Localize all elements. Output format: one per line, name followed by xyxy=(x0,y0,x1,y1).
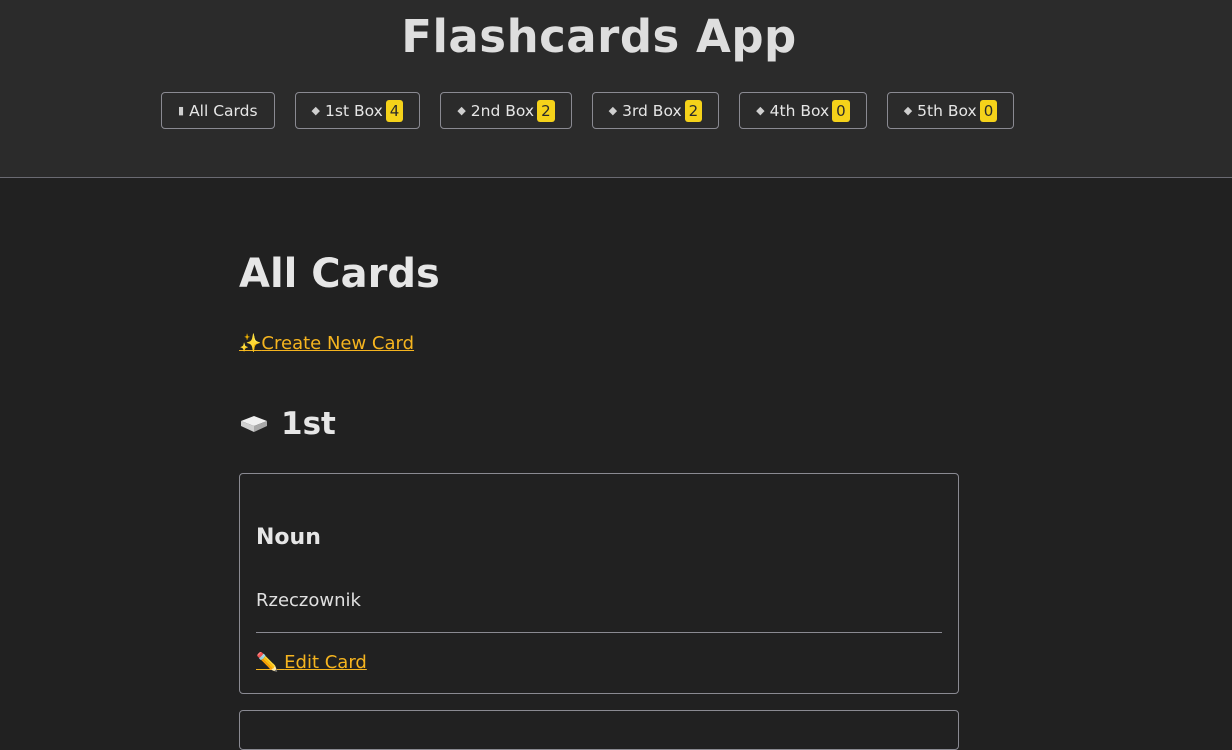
edit-link-label: Edit Card xyxy=(284,652,367,673)
card-front-text: Noun xyxy=(256,525,321,550)
nav-label: 1st Box xyxy=(325,101,383,120)
count-badge: 0 xyxy=(979,99,998,122)
flashcard xyxy=(239,710,959,750)
create-link-label: Create New Card xyxy=(261,333,415,354)
card-divider xyxy=(256,632,942,633)
inbox-tray-icon: ◆ xyxy=(608,104,618,117)
create-new-card-link[interactable]: ✨Create New Card xyxy=(239,333,414,354)
nav-all-cards-button[interactable]: ▮ All Cards xyxy=(161,92,275,129)
count-badge: 2 xyxy=(537,99,555,122)
count-badge: 4 xyxy=(385,99,404,122)
sparkles-icon: ✨ xyxy=(239,333,262,354)
app-header: Flashcards App ▮ All Cards ◆ 1st Box 4 ◆… xyxy=(0,0,1232,178)
nav-label: 2nd Box xyxy=(470,101,535,120)
inbox-tray-icon: ◆ xyxy=(903,104,913,117)
card-index-icon: ▮ xyxy=(178,104,185,117)
nav-box-4-button[interactable]: ◆ 4th Box 0 xyxy=(739,92,867,129)
nav-box-2-button[interactable]: ◆ 2nd Box 2 xyxy=(440,92,572,129)
inbox-tray-icon: ◆ xyxy=(311,104,321,117)
nav-box-1-button[interactable]: ◆ 1st Box 4 xyxy=(294,92,421,129)
nav-label: 5th Box xyxy=(917,101,977,120)
count-badge: 0 xyxy=(832,99,850,122)
box-nav: ▮ All Cards ◆ 1st Box 4 ◆ 2nd Box 2 ◆ 3r… xyxy=(161,92,1015,129)
section-title-label: 1st xyxy=(281,406,336,442)
nav-label: All Cards xyxy=(189,101,258,120)
count-badge: 2 xyxy=(684,99,703,122)
flashcard: Noun Rzeczownik ✏️ Edit Card xyxy=(239,473,959,694)
page-title: All Cards xyxy=(239,251,440,297)
card-back-text: Rzeczownik xyxy=(256,590,361,611)
inbox-tray-icon: ◆ xyxy=(756,104,765,117)
inbox-tray-icon: ◆ xyxy=(457,104,466,117)
box-section-title: 1st xyxy=(239,406,336,442)
nav-box-3-button[interactable]: ◆ 3rd Box 2 xyxy=(591,92,720,129)
app-title: Flashcards App xyxy=(401,10,797,63)
pencil-icon: ✏️ xyxy=(256,652,279,673)
edit-card-link[interactable]: ✏️ Edit Card xyxy=(256,652,367,673)
nav-label: 3rd Box xyxy=(622,101,682,120)
inbox-tray-icon xyxy=(241,416,267,432)
nav-label: 4th Box xyxy=(769,101,830,120)
nav-box-5-button[interactable]: ◆ 5th Box 0 xyxy=(886,92,1015,129)
